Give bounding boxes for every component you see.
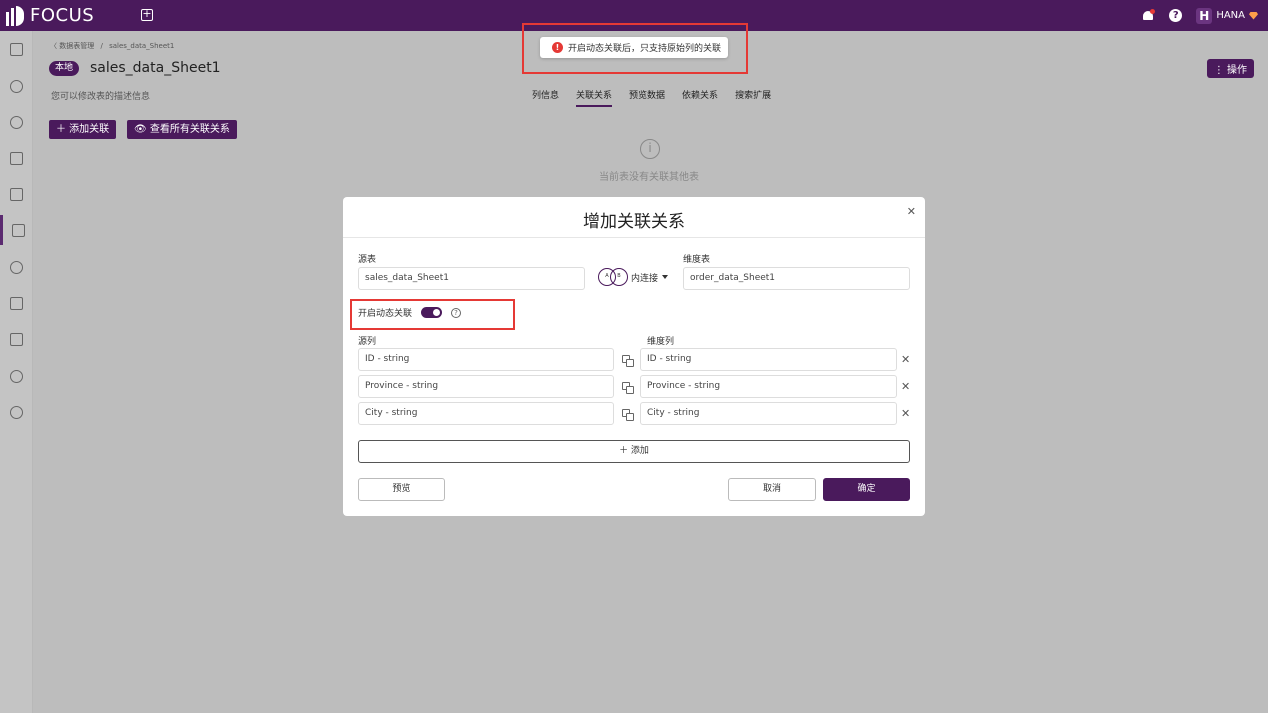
home-icon bbox=[10, 42, 23, 56]
logo-text: FOCUS bbox=[30, 5, 95, 26]
empty-state-text: 当前表没有关联其他表 bbox=[599, 172, 699, 183]
robot-icon bbox=[10, 79, 23, 93]
tab-search-ext[interactable]: 搜索扩展 bbox=[735, 88, 771, 107]
dim-column-select-1[interactable]: ID - string bbox=[640, 348, 897, 371]
dim-table-label: 维度表 bbox=[683, 255, 711, 265]
monitor-icon bbox=[10, 187, 23, 201]
dim-column-select-3[interactable]: City - string bbox=[640, 402, 897, 425]
user-menu[interactable]: H HANA bbox=[1196, 7, 1258, 24]
clock-icon bbox=[10, 260, 23, 274]
rail-history[interactable] bbox=[0, 252, 33, 282]
breadcrumb-current: sales_data_Sheet1 bbox=[109, 42, 175, 50]
dialog-title: 增加关联关系 bbox=[583, 212, 685, 232]
rail-charts[interactable] bbox=[0, 143, 33, 173]
add-tab-icon[interactable]: + bbox=[141, 8, 153, 21]
rail-files[interactable] bbox=[0, 288, 33, 318]
add-relation-button[interactable]: ＋ 添加关联 bbox=[49, 120, 117, 139]
toast-highlight-box bbox=[522, 23, 748, 74]
table-icon bbox=[11, 223, 25, 237]
close-icon[interactable]: ✕ bbox=[907, 205, 916, 218]
confirm-button[interactable]: 确定 bbox=[823, 478, 910, 501]
breadcrumb: 〈 数据表管理 / sales_data_Sheet1 bbox=[50, 41, 178, 51]
copy-icon[interactable] bbox=[622, 355, 634, 367]
user-name: HANA bbox=[1216, 10, 1245, 21]
source-column-select-3[interactable]: City - string bbox=[358, 402, 614, 425]
add-row-button[interactable]: ＋ 添加 bbox=[358, 440, 910, 463]
rail-home[interactable] bbox=[0, 34, 33, 64]
dim-column-select-2[interactable]: Province - string bbox=[640, 375, 897, 398]
folder-icon bbox=[10, 296, 23, 310]
bell-icon[interactable] bbox=[1141, 8, 1156, 23]
source-table-field[interactable]: sales_data_Sheet1 bbox=[358, 267, 585, 290]
dim-column-label: 维度列 bbox=[647, 337, 675, 347]
rail-settings[interactable] bbox=[0, 397, 33, 427]
app-logo[interactable]: FOCUS bbox=[6, 5, 94, 26]
help-icon[interactable]: ? bbox=[1169, 9, 1183, 22]
preview-button[interactable]: 预览 bbox=[358, 478, 445, 501]
delete-row-icon[interactable]: ✕ bbox=[901, 380, 910, 393]
tab-bar: 列信息 关联关系 预览数据 依赖关系 搜索扩展 bbox=[532, 88, 771, 107]
rail-datasource[interactable] bbox=[0, 361, 33, 391]
left-rail bbox=[0, 31, 33, 713]
database-icon bbox=[10, 369, 23, 383]
search-icon bbox=[10, 115, 23, 129]
rail-tables[interactable] bbox=[0, 215, 33, 245]
tab-columns[interactable]: 列信息 bbox=[532, 88, 559, 107]
clipboard-icon bbox=[10, 332, 23, 346]
venn-b: B bbox=[610, 268, 628, 286]
rail-search[interactable] bbox=[0, 107, 33, 137]
delete-row-icon[interactable]: ✕ bbox=[901, 353, 910, 366]
chevron-down-icon bbox=[662, 275, 669, 279]
add-relation-dialog: 增加关联关系 ✕ 源表 sales_data_Sheet1 A B 内连接 维度… bbox=[343, 197, 925, 516]
tab-dependencies[interactable]: 依赖关系 bbox=[682, 88, 718, 107]
delete-row-icon[interactable]: ✕ bbox=[901, 407, 910, 420]
source-table-label: 源表 bbox=[358, 255, 377, 265]
info-icon: i bbox=[640, 139, 660, 159]
gem-icon bbox=[1249, 11, 1258, 20]
breadcrumb-back[interactable]: 〈 数据表管理 bbox=[50, 42, 94, 50]
rail-assistant[interactable] bbox=[0, 71, 33, 101]
source-column-label: 源列 bbox=[358, 337, 377, 347]
rail-tasks[interactable] bbox=[0, 324, 33, 354]
operations-button[interactable]: ⋮ 操作 bbox=[1206, 59, 1254, 78]
logo-mark-icon bbox=[6, 5, 26, 26]
cancel-button[interactable]: 取消 bbox=[728, 478, 816, 501]
venn-join-icon: A B bbox=[598, 268, 628, 286]
chart-icon bbox=[10, 151, 23, 165]
local-tag: 本地 bbox=[49, 61, 80, 76]
copy-icon[interactable] bbox=[622, 382, 634, 394]
table-description[interactable]: 您可以修改表的描述信息 bbox=[51, 89, 150, 102]
avatar: H bbox=[1196, 7, 1213, 24]
breadcrumb-sep: / bbox=[100, 42, 103, 50]
join-type-select[interactable]: A B 内连接 bbox=[598, 268, 669, 286]
source-column-select-2[interactable]: Province - string bbox=[358, 375, 614, 398]
copy-icon[interactable] bbox=[622, 409, 634, 421]
page-title: sales_data_Sheet1 bbox=[90, 60, 221, 76]
toggle-highlight-box bbox=[350, 299, 515, 330]
tab-relations[interactable]: 关联关系 bbox=[576, 88, 613, 107]
join-type-label: 内连接 bbox=[631, 273, 659, 284]
view-all-relations-button[interactable]: 👁 查看所有关联关系 bbox=[127, 120, 237, 139]
gear-icon bbox=[10, 405, 23, 419]
dim-table-field[interactable]: order_data_Sheet1 bbox=[683, 267, 910, 290]
dialog-header: 增加关联关系 ✕ bbox=[343, 197, 925, 238]
source-column-select-1[interactable]: ID - string bbox=[358, 348, 614, 371]
rail-dashboard[interactable] bbox=[0, 179, 33, 209]
tab-preview[interactable]: 预览数据 bbox=[629, 88, 665, 107]
